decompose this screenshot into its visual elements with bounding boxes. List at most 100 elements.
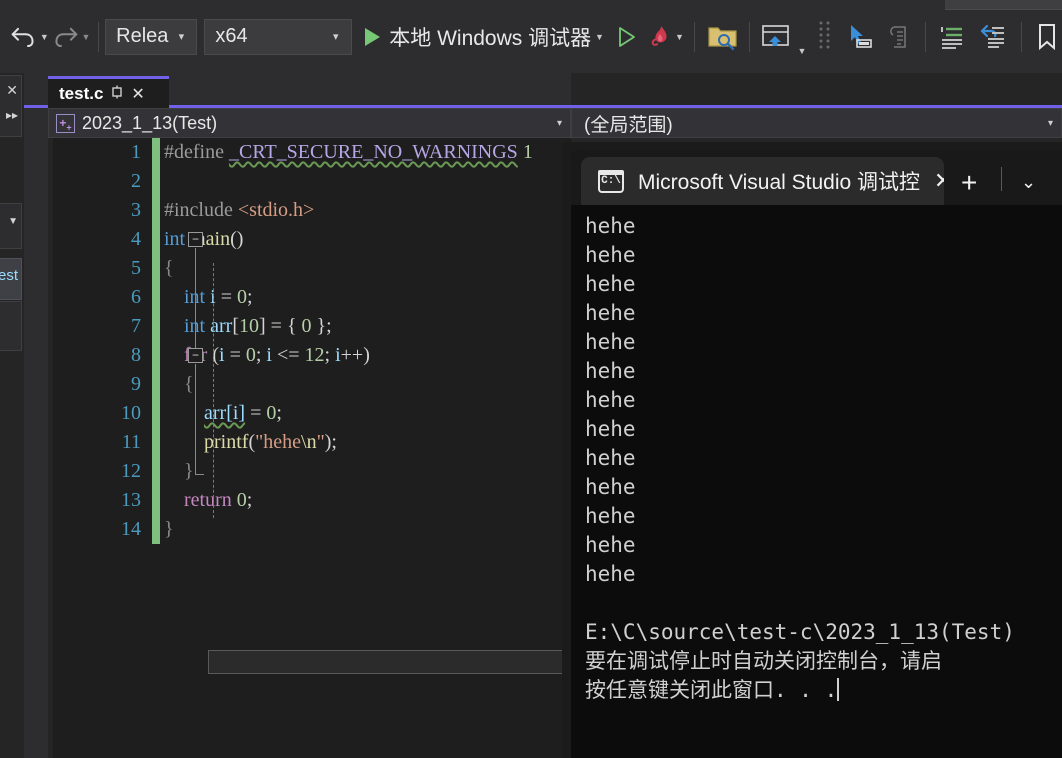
navigation-scope-value: 2023_1_13(Test) [82,112,218,133]
left-docked-panel-sliver[interactable]: ✕ ▸▸ ▼ est [0,73,24,758]
toolbar-separator [98,21,100,52]
code-token: [ [232,315,239,337]
console-titlebar[interactable]: C:\ Microsoft Visual Studio 调试控 ✕ + ⌄ [571,150,1062,205]
change-bar [152,428,160,457]
indent-lines-glyph [941,26,963,49]
change-bar [152,196,160,225]
code-line[interactable]: 9 { [48,370,571,399]
undo-glyph [11,27,34,47]
code-line[interactable]: 8 for (i = 0; i <= 12; i++) [48,341,571,370]
console-output-line: hehe [585,388,636,412]
redo-icon[interactable] [51,15,80,59]
fold-marker-for[interactable]: − [188,348,203,363]
code-token: arr[i] [204,402,246,424]
pin-icon[interactable] [110,85,124,102]
undo-dropdown-arrow[interactable]: ▼ [38,15,51,59]
sliver-panel-toolbar[interactable]: ▼ [0,203,22,249]
code-line[interactable]: 6 int i = 0; [48,283,571,312]
toolbar-separator [924,21,926,52]
console-footer-line: E:\C\source\test-c\2023_1_13(Test) [585,620,1015,644]
code-line[interactable]: 13 return 0; [48,486,571,515]
code-token: \n [301,431,317,453]
sliver-panel-body[interactable] [0,301,22,351]
compare-file-glyph [889,25,906,48]
start-debugging-dropdown-arrow[interactable]: ▼ [593,15,606,59]
editor-navigation-bar: ++ 2023_1_13(Test) ▾ [24,108,571,138]
tab-test-c[interactable]: test.c ✕ [48,76,169,108]
hot-reload-flame-icon[interactable] [647,15,673,59]
console-caret [837,678,840,701]
code-line[interactable]: 5{ [48,254,571,283]
close-icon[interactable]: ✕ [6,82,18,99]
compare-file-icon[interactable] [883,15,915,59]
bookmark-icon[interactable] [1032,15,1062,59]
console-tab[interactable]: C:\ Microsoft Visual Studio 调试控 ✕ [581,157,944,205]
editor-horizontal-scrollbar[interactable] [208,650,571,674]
home-window-icon[interactable] [756,15,796,59]
hot-reload-dropdown-arrow[interactable]: ▼ [673,15,686,59]
code-line[interactable]: 4 int main() [48,225,571,254]
close-icon[interactable]: ✕ [131,84,144,104]
code-token: } [164,518,174,540]
code-line[interactable]: 11 printf("hehe\n"); [48,428,571,457]
start-without-debugging-icon[interactable] [613,15,639,59]
pin-glyph [112,85,123,99]
code-editor-surface[interactable]: 1 #define _CRT_SECURE_NO_WARNINGS 1 2 3 #inc… [48,138,571,758]
chevron-down-icon[interactable]: ⌄ [1021,172,1036,193]
console-output[interactable]: hehe hehe hehe hehe hehe hehe hehe hehe hehe hehe… [571,205,1062,758]
line-number: 5 [131,257,141,279]
home-window-dropdown-arrow[interactable]: ▼ [796,12,809,62]
navigation-scope-combo[interactable]: ++ 2023_1_13(Test) ▾ [48,108,571,138]
editor-pane: test.c ✕ ++ 2023_1_13(Test) ▾ 1 #define … [24,73,571,758]
home-window-glyph [761,24,789,46]
start-debugging-button[interactable]: 本地 Windows 调试器 [363,15,593,59]
visual-studio-window: ▼ ▼ Release ▾ x64 ▾ 本地 Windows 调试器 ▼ [0,0,1062,758]
code-token: return [184,489,232,511]
sliver-panel-header[interactable]: ✕ ▸▸ [0,75,22,137]
fold-marker-main[interactable]: − [188,232,203,247]
code-line[interactable]: 1 #define _CRT_SECURE_NO_WARNINGS 1 [48,138,571,167]
code-token: ; [246,489,253,511]
tab-label: test.c [59,83,104,103]
code-line[interactable]: 14} [48,515,571,544]
code-line[interactable]: 12 } [48,457,571,486]
solution-platform-combo[interactable]: x64 ▾ [204,18,352,55]
code-text: { [160,370,571,399]
line-number: 6 [131,286,141,308]
select-element-icon[interactable] [841,15,877,59]
folder-search-icon[interactable] [703,15,743,59]
console-footer-line: 要在调试停止时自动关闭控制台，请启 [585,649,942,673]
console-window[interactable]: C:\ Microsoft Visual Studio 调试控 ✕ + ⌄ he… [571,150,1062,758]
close-icon[interactable]: ✕ [934,168,944,194]
cmd-console-icon: C:\ [598,169,624,193]
undo-indent-icon[interactable] [975,15,1011,59]
toolbar-separator [748,21,750,52]
code-text: int arr[10] = { 0 }; [160,312,571,341]
code-text: { [160,254,571,283]
code-line[interactable]: 10 arr[i] = 0; [48,399,571,428]
code-token: 12 [304,344,325,366]
chevron-down-icon[interactable]: ▼ [8,216,18,227]
select-element-glyph [851,24,872,48]
code-line[interactable]: 2 [48,167,571,196]
folder-search-glyph [708,26,737,50]
code-token: #include [164,199,238,221]
new-tab-icon[interactable]: + [961,167,977,199]
navigation-member-combo[interactable]: (全局范围) ▾ [571,108,1062,138]
line-number: 8 [131,344,141,366]
redo-dropdown-arrow[interactable]: ▼ [80,15,93,59]
chevron-down-icon: ▾ [178,31,185,43]
indent-lines-icon[interactable] [935,15,971,59]
chevron-right-icon[interactable]: ▸▸ [6,108,18,122]
code-token: <= [271,344,305,366]
line-number: 11 [121,431,141,453]
change-bar [152,254,160,283]
sliver-selected-item[interactable]: est [0,258,22,300]
console-output-line: hehe [585,330,636,354]
undo-icon[interactable] [9,15,38,59]
code-line[interactable]: 7 int arr[10] = { 0 }; [48,312,571,341]
code-line[interactable]: 3 #include <stdio.h> [48,196,571,225]
code-token: " [316,431,325,453]
solution-configuration-combo[interactable]: Release ▾ [105,18,198,55]
